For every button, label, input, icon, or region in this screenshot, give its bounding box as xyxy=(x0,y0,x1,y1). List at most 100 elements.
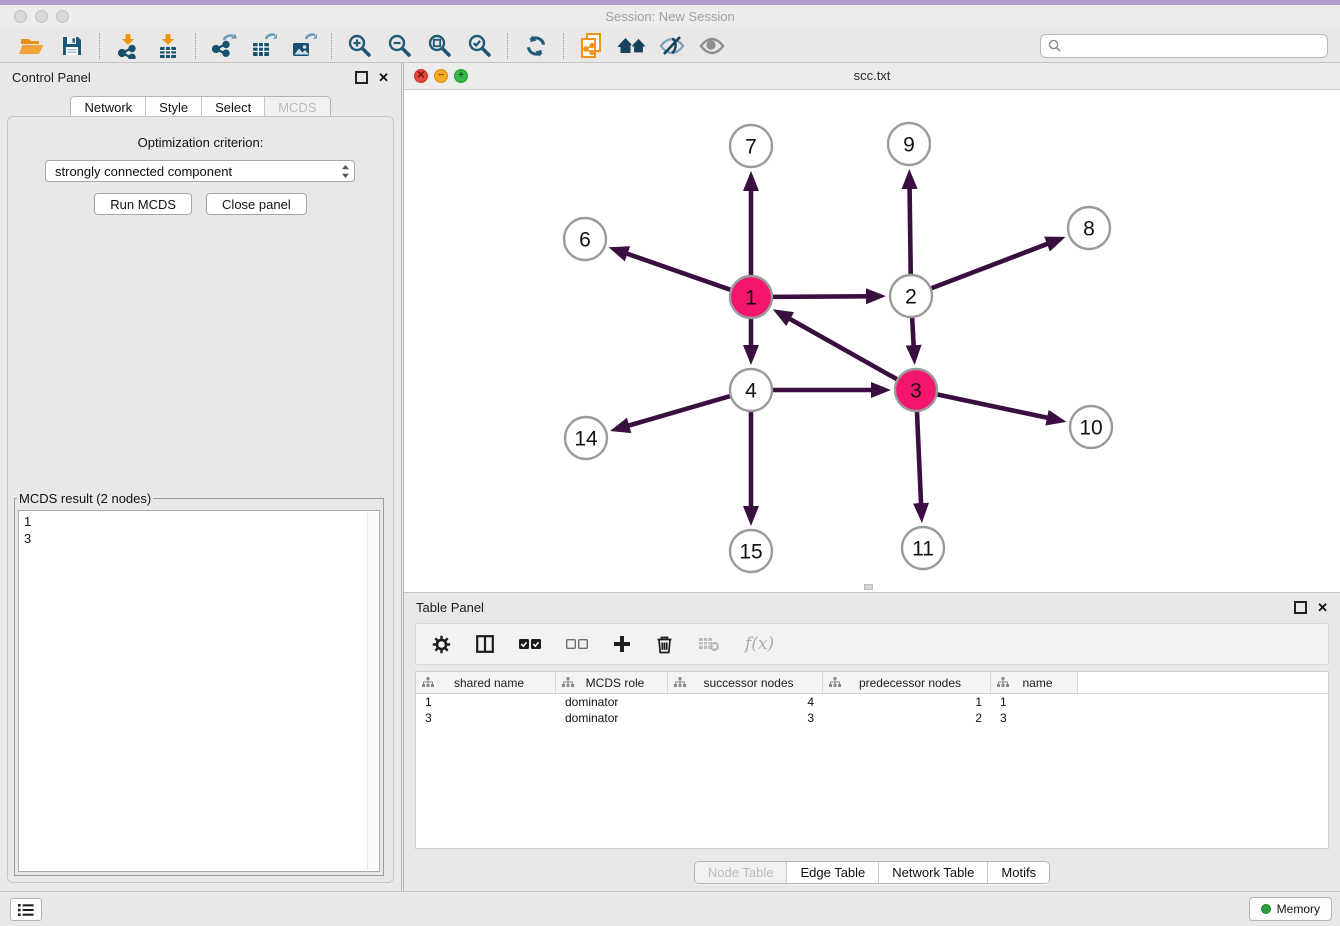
graph-edge-3-10[interactable] xyxy=(935,394,1048,418)
zoom-fit-button[interactable] xyxy=(420,31,460,61)
apply-layout-button[interactable] xyxy=(516,31,556,61)
export-table-button[interactable] xyxy=(244,31,284,61)
column-header-predecessor-nodes[interactable]: predecessor nodes xyxy=(823,672,991,693)
float-panel-icon[interactable] xyxy=(355,71,368,84)
graph-edge-1-6[interactable] xyxy=(627,254,734,291)
select-all-button[interactable] xyxy=(519,638,541,650)
delete-row-button[interactable] xyxy=(656,635,673,654)
graph-node-8[interactable]: 8 xyxy=(1068,207,1110,249)
graph-node-4[interactable]: 4 xyxy=(730,369,772,411)
function-builder-button[interactable]: f(x) xyxy=(745,634,774,654)
cell-name[interactable]: 1 xyxy=(991,695,1078,709)
result-scrollbar[interactable] xyxy=(367,512,378,870)
graph-node-label: 11 xyxy=(912,538,934,561)
table-panel-title: Table Panel xyxy=(416,600,1294,615)
export-image-button[interactable] xyxy=(284,31,324,61)
float-table-panel-icon[interactable] xyxy=(1294,601,1307,614)
optimization-criterion-label: Optimization criterion: xyxy=(8,135,393,150)
list-icon xyxy=(18,903,34,917)
canvas-splitter-handle[interactable] xyxy=(864,584,873,590)
cell-shared-name[interactable]: 3 xyxy=(416,711,556,725)
import-network-button[interactable] xyxy=(108,31,148,61)
export-network-icon xyxy=(211,33,237,59)
table-row[interactable]: 1dominator411 xyxy=(416,694,1328,710)
run-mcds-button[interactable]: Run MCDS xyxy=(94,193,192,215)
graph-node-1[interactable]: 1 xyxy=(730,276,772,318)
table-tab-node-table[interactable]: Node Table xyxy=(695,862,787,883)
close-panel-button[interactable]: Close panel xyxy=(206,193,307,215)
column-header-name[interactable]: name xyxy=(991,672,1078,693)
column-header-MCDS-role[interactable]: MCDS role xyxy=(556,672,668,693)
cell-MCDS-role[interactable]: dominator xyxy=(556,695,668,709)
show-hidden-button[interactable] xyxy=(692,31,732,61)
criterion-dropdown[interactable]: strongly connected component xyxy=(45,160,355,182)
export-image-icon xyxy=(291,33,317,59)
column-visibility-button[interactable] xyxy=(476,635,494,653)
graph-edge-3-11[interactable] xyxy=(917,409,921,504)
memory-label: Memory xyxy=(1277,902,1320,916)
cell-successor-nodes[interactable]: 3 xyxy=(668,711,823,725)
search-field[interactable] xyxy=(1040,34,1328,58)
memory-button[interactable]: Memory xyxy=(1249,897,1332,921)
graph-edge-2-3[interactable] xyxy=(912,315,914,346)
close-panel-icon[interactable]: ✕ xyxy=(378,71,389,84)
import-table-button[interactable] xyxy=(148,31,188,61)
zoom-in-icon xyxy=(347,33,373,59)
graph-edge-2-8[interactable] xyxy=(929,244,1048,290)
cell-predecessor-nodes[interactable]: 2 xyxy=(823,711,991,725)
graph-edge-1-2[interactable] xyxy=(770,296,867,297)
graph-node-14[interactable]: 14 xyxy=(565,417,607,459)
graph-node-2[interactable]: 2 xyxy=(890,275,932,317)
graph-edge-3-1[interactable] xyxy=(789,319,899,381)
table-tab-motifs[interactable]: Motifs xyxy=(987,862,1049,883)
table-row[interactable]: 3dominator323 xyxy=(416,710,1328,726)
add-row-button[interactable] xyxy=(613,635,631,653)
column-header-successor-nodes[interactable]: successor nodes xyxy=(668,672,823,693)
cell-MCDS-role[interactable]: dominator xyxy=(556,711,668,725)
tab-mcds[interactable]: MCDS xyxy=(264,97,329,118)
graph-node-3[interactable]: 3 xyxy=(895,369,937,411)
graph-node-7[interactable]: 7 xyxy=(730,125,772,167)
close-table-panel-icon[interactable]: ✕ xyxy=(1317,601,1328,614)
open-folder-icon xyxy=(19,34,45,58)
search-input[interactable] xyxy=(1066,37,1320,54)
graph-node-6[interactable]: 6 xyxy=(564,218,606,260)
tab-select[interactable]: Select xyxy=(201,97,264,118)
graph-node-label: 6 xyxy=(579,229,591,252)
delete-table-button[interactable] xyxy=(698,636,720,652)
table-options-button[interactable] xyxy=(432,635,451,654)
cell-predecessor-nodes[interactable]: 1 xyxy=(823,695,991,709)
tab-style[interactable]: Style xyxy=(145,97,201,118)
open-file-button[interactable] xyxy=(12,31,52,61)
cell-successor-nodes[interactable]: 4 xyxy=(668,695,823,709)
table-toolbar: f(x) xyxy=(415,623,1329,665)
zoom-in-button[interactable] xyxy=(340,31,380,61)
graph-edge-4-14[interactable] xyxy=(628,395,733,425)
duplicate-network-button[interactable] xyxy=(572,31,612,61)
graph-node-15[interactable]: 15 xyxy=(730,530,772,572)
deselect-all-button[interactable] xyxy=(566,638,588,650)
memory-status-dot xyxy=(1261,904,1271,914)
table-panel: Table Panel ✕ xyxy=(403,592,1340,891)
export-network-button[interactable] xyxy=(204,31,244,61)
hide-selected-button[interactable] xyxy=(652,31,692,61)
zoom-selected-button[interactable] xyxy=(460,31,500,61)
graph-node-11[interactable]: 11 xyxy=(902,527,944,569)
column-header-shared-name[interactable]: shared name xyxy=(416,672,556,693)
tab-network[interactable]: Network xyxy=(71,97,145,118)
graph-node-9[interactable]: 9 xyxy=(888,123,930,165)
network-canvas[interactable]: 1 2 3 4 6 7 8 9 10 11 14 15 xyxy=(404,90,1340,592)
mcds-result-area[interactable]: 1 3 xyxy=(18,510,380,872)
graph-node-10[interactable]: 10 xyxy=(1070,406,1112,448)
task-history-button[interactable] xyxy=(10,898,42,921)
table-tabs: Node TableEdge TableNetwork TableMotifs xyxy=(404,861,1340,884)
cell-name[interactable]: 3 xyxy=(991,711,1078,725)
save-session-button[interactable] xyxy=(52,31,92,61)
table-tab-network-table[interactable]: Network Table xyxy=(878,862,987,883)
graph-edge-2-9[interactable] xyxy=(910,188,911,277)
show-all-networks-button[interactable] xyxy=(612,31,652,61)
trash-icon xyxy=(656,635,673,654)
cell-shared-name[interactable]: 1 xyxy=(416,695,556,709)
zoom-out-button[interactable] xyxy=(380,31,420,61)
table-tab-edge-table[interactable]: Edge Table xyxy=(786,862,878,883)
